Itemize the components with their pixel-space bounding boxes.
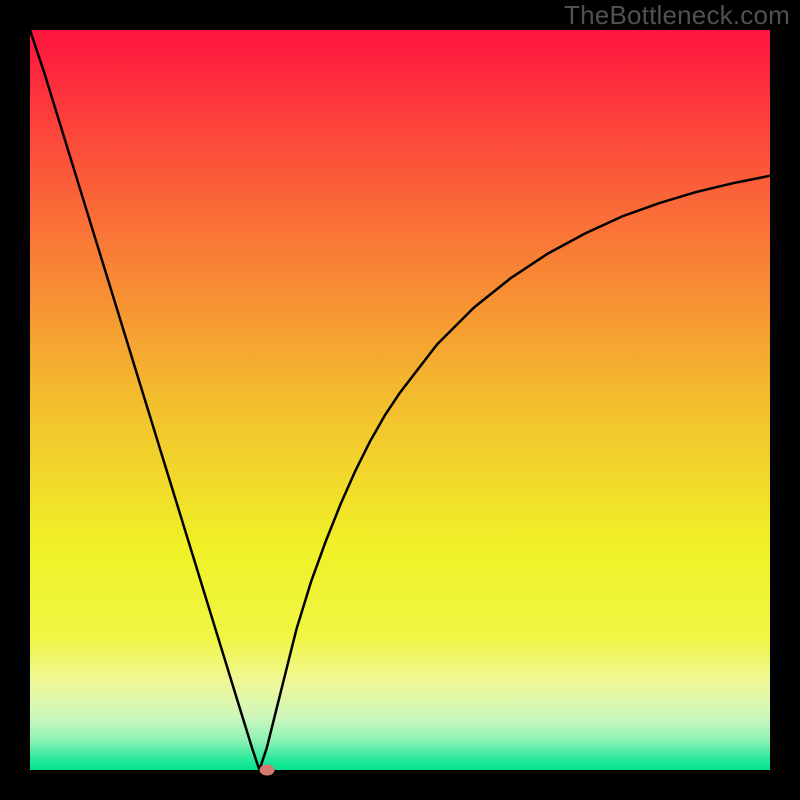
plot-area [30,30,770,770]
background-gradient [30,30,770,770]
watermark-text: TheBottleneck.com [564,0,790,31]
optimal-point-marker [259,765,274,776]
chart-container: TheBottleneck.com [0,0,800,800]
